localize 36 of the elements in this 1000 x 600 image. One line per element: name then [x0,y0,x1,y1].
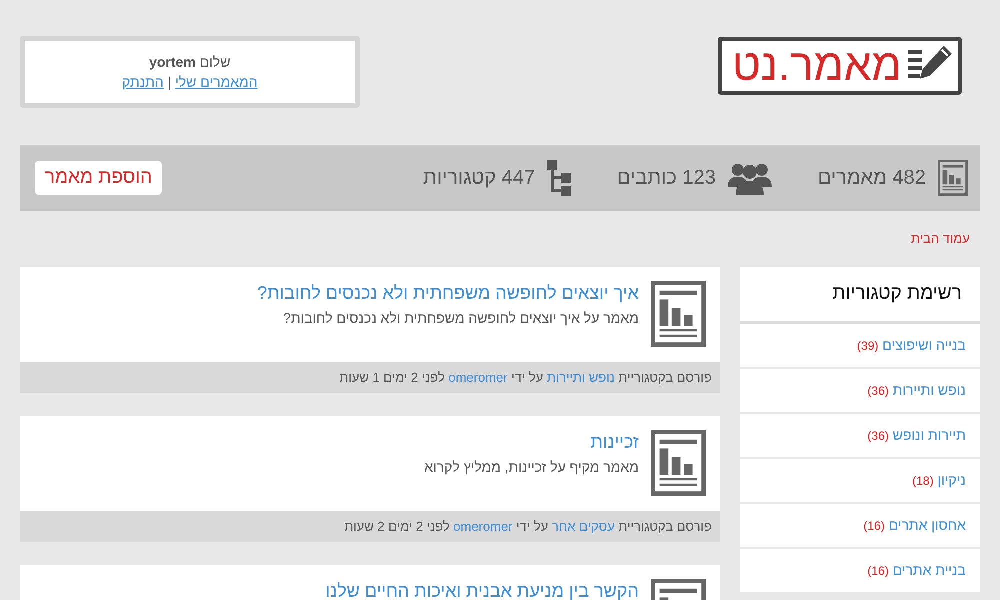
group-icon [728,161,772,195]
logo-text: מאמר.נט [732,41,902,91]
author-link[interactable]: omeromer [454,519,513,534]
article-icon [938,160,968,196]
category-name: נופש ותיירות [892,382,966,398]
hierarchy-icon [547,160,572,196]
add-article-button[interactable]: הוספת מאמר [35,161,162,195]
category-count: (16) [864,519,885,533]
stat-text: 482 מאמרים [818,166,926,190]
article-title[interactable]: איך יוצאים לחופשה משפחתית ולא נכנסים לחובות? [257,283,639,304]
category-count: (36) [868,384,889,398]
article-summary: מאמר על איך יוצאים לחופשה משפחתית ולא נכנסים לחובות? [282,310,639,326]
site-logo[interactable]: מאמר.נט [718,37,962,95]
sidebar-title: רשימת קטגוריות [740,267,980,324]
category-count: (39) [857,339,879,353]
category-name: אחסון אתרים [888,517,966,533]
article-summary: מאמר מקיף על זכיינות, ממליץ לקרוא [424,459,639,475]
category-link[interactable]: עסקים אחר [552,519,615,534]
category-name: בנייה ושיפוצים [882,337,966,353]
category-count: (16) [868,564,889,578]
stat-text: 447 קטגוריות [423,166,536,190]
stat-text: 123 כותבים [617,166,716,190]
category-name: תיירות ונופש [892,427,966,443]
article-icon [651,281,706,347]
category-count: (36) [868,429,889,443]
category-count: (18) [912,474,934,488]
article-title[interactable]: זכיינות [424,432,639,453]
category-name: ניקיון [938,472,966,488]
logout-link[interactable]: התנתק [122,74,164,90]
author-link[interactable]: omeromer [448,370,508,385]
category-link[interactable]: נופש ותיירות [547,370,615,385]
article-icon [651,430,706,496]
breadcrumb-link[interactable]: עמוד הבית [20,231,980,267]
category-name: בניית אתרים [892,562,966,578]
my-articles-link[interactable]: המאמרים שלי [175,74,258,90]
separator-text: | [168,74,172,90]
